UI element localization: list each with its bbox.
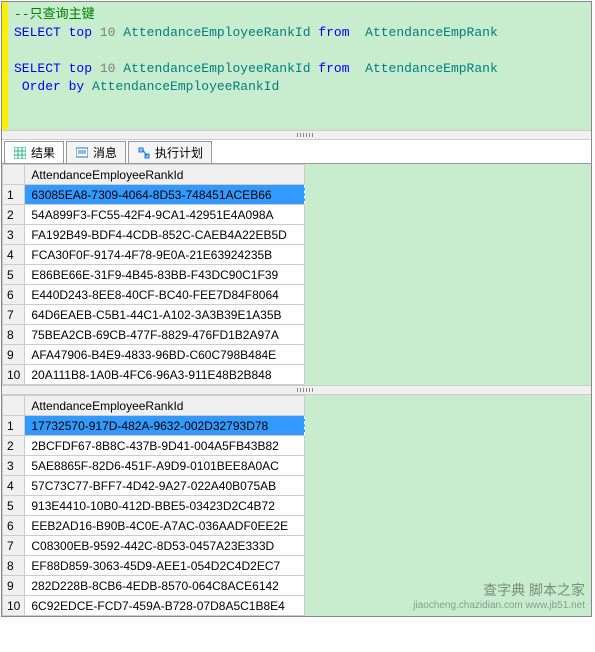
splitter-handle[interactable]: [2, 130, 591, 140]
rownum-cell[interactable]: 7: [3, 536, 25, 556]
result-table-1[interactable]: AttendanceEmployeeRankId 163085EA8-7309-…: [2, 164, 305, 385]
data-cell[interactable]: FCA30F0F-9174-4F78-9E0A-21E63924235B: [25, 245, 305, 265]
rownum-cell[interactable]: 3: [3, 225, 25, 245]
rownum-cell[interactable]: 3: [3, 456, 25, 476]
sql-comment: --只查询主键: [14, 7, 95, 22]
data-cell[interactable]: C08300EB-9592-442C-8D53-0457A23E333D: [25, 536, 305, 556]
messages-icon: [75, 146, 89, 160]
sql-editor[interactable]: --只查询主键 SELECT top 10 AttendanceEmployee…: [2, 2, 591, 130]
data-cell[interactable]: FA192B49-BDF4-4CDB-852C-CAEB4A22EB5D: [25, 225, 305, 245]
rownum-cell[interactable]: 5: [3, 496, 25, 516]
column-header[interactable]: AttendanceEmployeeRankId: [25, 165, 305, 185]
rownum-cell[interactable]: 8: [3, 325, 25, 345]
rownum-cell[interactable]: 7: [3, 305, 25, 325]
result-grid-2: AttendanceEmployeeRankId 117732570-917D-…: [2, 395, 591, 616]
rownum-header[interactable]: [3, 396, 25, 416]
data-cell[interactable]: 64D6EAEB-C5B1-44C1-A102-3A3B39E1A35B: [25, 305, 305, 325]
tab-messages-label: 消息: [93, 144, 117, 161]
data-cell[interactable]: 57C73C77-BFF7-4D42-9A27-022A40B075AB: [25, 476, 305, 496]
column-header[interactable]: AttendanceEmployeeRankId: [25, 396, 305, 416]
data-cell[interactable]: 6C92EDCE-FCD7-459A-B728-07D8A5C1B8E4: [25, 596, 305, 616]
data-cell[interactable]: 75BEA2CB-69CB-477F-8829-476FD1B2A97A: [25, 325, 305, 345]
data-cell[interactable]: EF88D859-3063-45D9-AEE1-054D2C4D2EC7: [25, 556, 305, 576]
data-cell[interactable]: 5AE8865F-82D6-451F-A9D9-0101BEE8A0AC: [25, 456, 305, 476]
rownum-cell[interactable]: 9: [3, 345, 25, 365]
watermark-main: 查字典 脚本之家: [413, 582, 585, 598]
data-cell[interactable]: E86BE66E-31F9-4B45-83BB-F43DC90C1F39: [25, 265, 305, 285]
tab-messages[interactable]: 消息: [66, 141, 126, 163]
rownum-cell[interactable]: 6: [3, 285, 25, 305]
rownum-cell[interactable]: 2: [3, 205, 25, 225]
rownum-cell[interactable]: 1: [3, 185, 25, 205]
rownum-cell[interactable]: 4: [3, 476, 25, 496]
rownum-cell[interactable]: 2: [3, 436, 25, 456]
watermark: 查字典 脚本之家 jiaocheng.chazidian.com www.jb5…: [413, 582, 585, 614]
rownum-cell[interactable]: 6: [3, 516, 25, 536]
data-cell[interactable]: 17732570-917D-482A-9632-002D32793D78: [25, 416, 305, 436]
tab-results-label: 结果: [31, 144, 55, 161]
rownum-cell[interactable]: 10: [3, 596, 25, 616]
tab-results[interactable]: 结果: [4, 141, 64, 163]
rownum-cell[interactable]: 8: [3, 556, 25, 576]
rownum-cell[interactable]: 1: [3, 416, 25, 436]
tab-plan-label: 执行计划: [155, 144, 203, 161]
data-cell[interactable]: 282D228B-8CB6-4EDB-8570-064C8ACE6142: [25, 576, 305, 596]
rownum-cell[interactable]: 4: [3, 245, 25, 265]
result-table-2[interactable]: AttendanceEmployeeRankId 117732570-917D-…: [2, 395, 305, 616]
data-cell[interactable]: 63085EA8-7309-4064-8D53-748451ACEB66: [25, 185, 305, 205]
rownum-cell[interactable]: 9: [3, 576, 25, 596]
data-cell[interactable]: 54A899F3-FC55-42F4-9CA1-42951E4A098A: [25, 205, 305, 225]
data-cell[interactable]: EEB2AD16-B90B-4C0E-A7AC-036AADF0EE2E: [25, 516, 305, 536]
tab-execution-plan[interactable]: 执行计划: [128, 141, 212, 163]
plan-icon: [137, 146, 151, 160]
rownum-cell[interactable]: 10: [3, 365, 25, 385]
result-tabs: 结果 消息 执行计划: [2, 140, 591, 164]
rownum-cell[interactable]: 5: [3, 265, 25, 285]
data-cell[interactable]: 2BCFDF67-8B8C-437B-9D41-004A5FB43B82: [25, 436, 305, 456]
data-cell[interactable]: E440D243-8EE8-40CF-BC40-FEE7D84F8064: [25, 285, 305, 305]
result-grid-1: AttendanceEmployeeRankId 163085EA8-7309-…: [2, 164, 591, 385]
rownum-header[interactable]: [3, 165, 25, 185]
data-cell[interactable]: 20A111B8-1A0B-4FC6-96A3-911E48B2B848: [25, 365, 305, 385]
data-cell[interactable]: 913E4410-10B0-412D-BBE5-03423D2C4B72: [25, 496, 305, 516]
watermark-sub: jiaocheng.chazidian.com www.jb51.net: [413, 598, 585, 614]
grid-icon: [13, 146, 27, 160]
data-cell[interactable]: AFA47906-B4E9-4833-96BD-C60C798B484E: [25, 345, 305, 365]
splitter-handle[interactable]: [2, 385, 591, 395]
